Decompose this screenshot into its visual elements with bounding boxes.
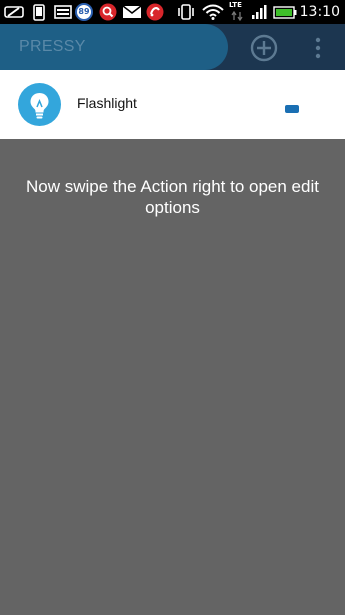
tutorial-hint: Now swipe the Action right to open edit … [26, 177, 319, 217]
device-icon [32, 3, 46, 21]
signal-icon [251, 3, 268, 21]
vibrate-icon [177, 3, 195, 21]
network-type-label: LTE [229, 1, 242, 9]
data-arrows-icon [231, 11, 243, 21]
title-pill: PRESSY [0, 24, 228, 70]
add-circle-icon [250, 34, 278, 62]
clock: 13:10 [299, 4, 340, 20]
battery-icon [273, 3, 297, 21]
notification-badge: 89 [75, 3, 93, 21]
app-title: PRESSY [19, 38, 86, 55]
wifi-icon [202, 3, 224, 21]
image-icon [53, 3, 73, 21]
app-bar: PRESSY [0, 24, 345, 70]
mail-icon [122, 3, 142, 21]
overflow-menu-button[interactable] [308, 36, 328, 60]
action-drag-handle[interactable] [285, 105, 299, 113]
more-vert-icon [315, 37, 321, 59]
action-icon-circle [18, 83, 61, 126]
edit-icon [4, 3, 24, 21]
add-action-button[interactable] [250, 34, 278, 62]
search-app-icon [99, 3, 117, 21]
action-label: Flashlight [77, 95, 137, 111]
lightbulb-icon [30, 93, 49, 119]
status-bar: 89 LTE 13:10 [0, 0, 345, 24]
app-icon [146, 3, 164, 21]
